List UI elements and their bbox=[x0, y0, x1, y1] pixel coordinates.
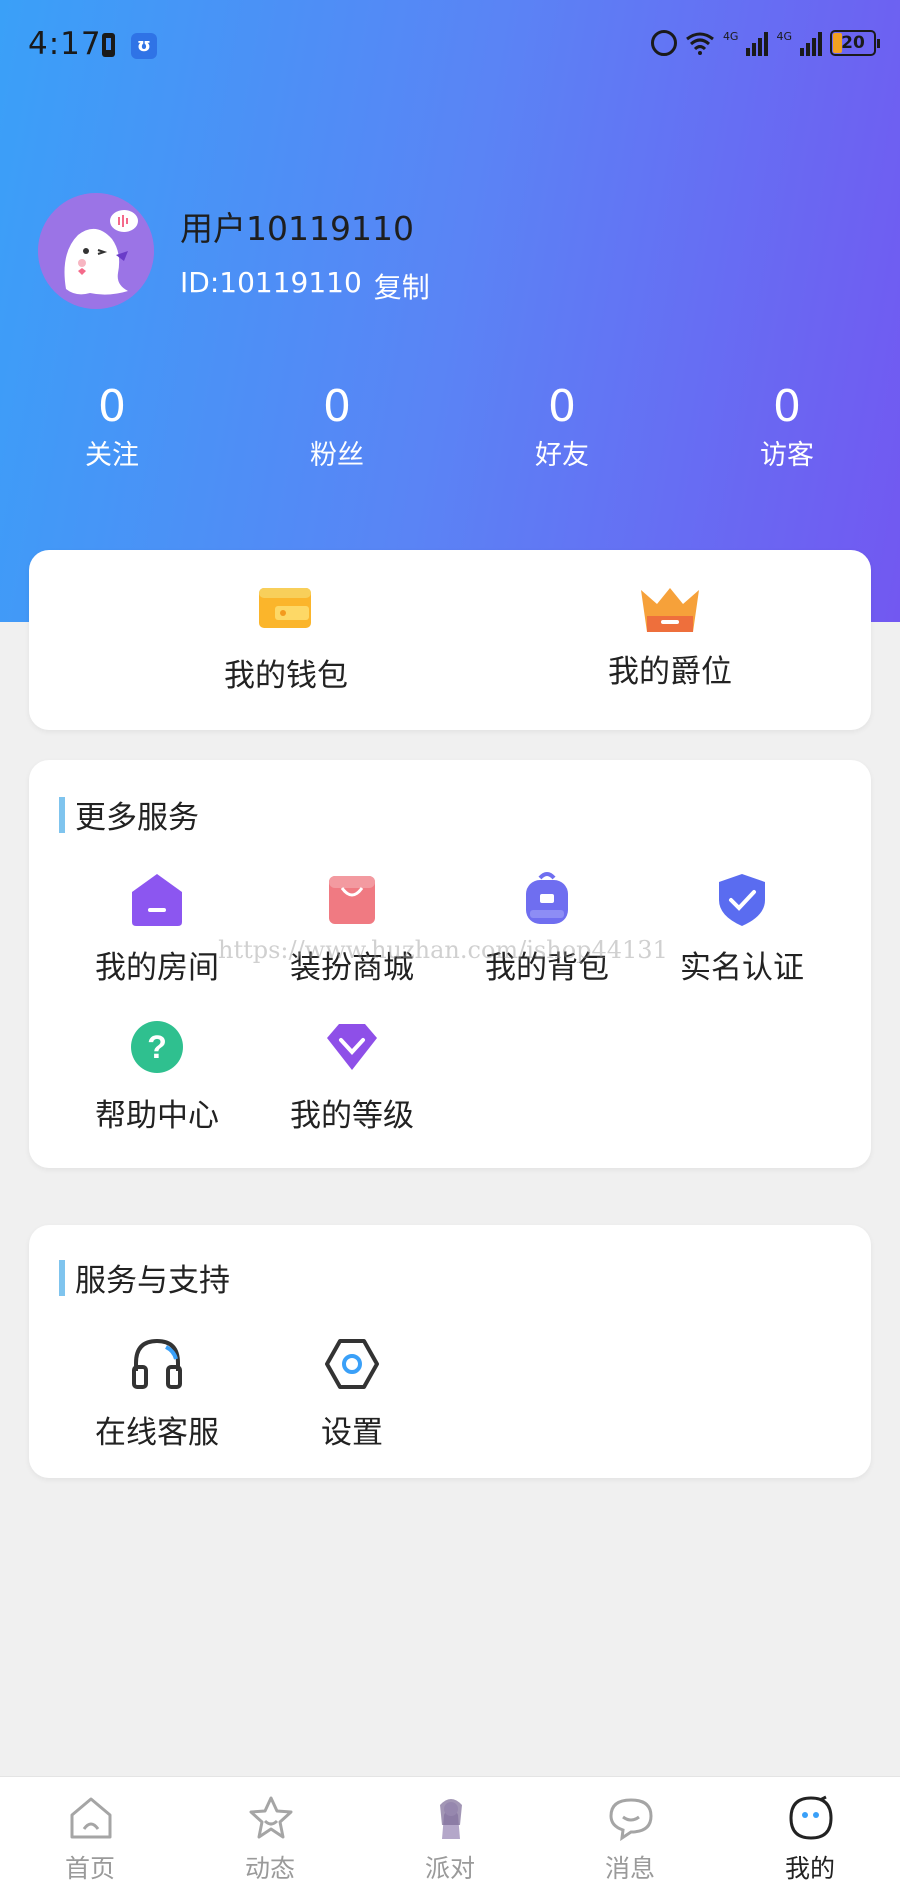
signal-icon bbox=[746, 30, 769, 56]
stat-visitors[interactable]: 0 访客 bbox=[717, 380, 857, 476]
support-card: 服务与支持 在线客服 设置 bbox=[29, 1225, 871, 1478]
svg-text:?: ? bbox=[147, 1029, 167, 1065]
service-label: 帮助中心 bbox=[95, 1098, 219, 1134]
wifi-icon bbox=[686, 32, 714, 55]
shopping-bag-icon bbox=[329, 876, 375, 924]
user-id: ID:10119110 bbox=[180, 266, 362, 299]
service-label: 设置 bbox=[321, 1415, 383, 1451]
service-label: 我的等级 bbox=[290, 1098, 414, 1134]
nav-moments[interactable]: 动态 bbox=[180, 1777, 360, 1898]
question-icon: ? bbox=[131, 1021, 183, 1073]
stat-label: 关注 bbox=[85, 440, 139, 471]
settings-hex-icon bbox=[325, 1339, 379, 1389]
section-title: 服务与支持 bbox=[59, 1255, 230, 1300]
profile-header-background bbox=[0, 0, 900, 622]
user-id-row: ID:10119110 复制 bbox=[180, 266, 430, 306]
party-avatar-icon bbox=[440, 1799, 462, 1839]
nav-messages[interactable]: 消息 bbox=[540, 1777, 720, 1898]
nav-label: 派对 bbox=[424, 1854, 475, 1883]
bottom-navigation: 首页 动态 派对 消息 我的 bbox=[0, 1776, 900, 1898]
network-type-label: 4G bbox=[722, 30, 739, 43]
my-rank-button[interactable]: 我的爵位 bbox=[520, 550, 820, 730]
wallet-rank-card: 我的钱包 我的爵位 bbox=[29, 550, 871, 730]
my-wallet-button[interactable]: 我的钱包 bbox=[136, 550, 436, 730]
alarm-icon bbox=[650, 30, 677, 56]
wallet-label: 我的钱包 bbox=[224, 658, 348, 694]
stat-label: 粉丝 bbox=[310, 440, 364, 471]
wallet-icon bbox=[259, 588, 311, 628]
nav-mine[interactable]: 我的 bbox=[720, 1777, 900, 1898]
stat-value: 0 bbox=[323, 381, 351, 432]
watermark-text: https://www.huzhan.com/ishop44131 bbox=[218, 936, 668, 964]
battery-level: 20 bbox=[841, 33, 865, 53]
service-label: 实名认证 bbox=[680, 950, 804, 986]
home-icon bbox=[70, 1797, 112, 1839]
avatar[interactable] bbox=[38, 193, 154, 309]
ghost-mascot-icon bbox=[38, 193, 154, 309]
diamond-icon bbox=[327, 1024, 377, 1070]
house-icon bbox=[132, 874, 182, 926]
status-bar: 4:17 ʊ 4G 4G 20 bbox=[0, 0, 900, 92]
username: 用户10119110 bbox=[180, 209, 414, 248]
status-time: 4:17 bbox=[28, 26, 102, 62]
chat-bubble-icon bbox=[609, 1798, 653, 1841]
app-notification-icon: ʊ bbox=[131, 33, 157, 59]
battery-saver-icon bbox=[102, 33, 115, 57]
status-icons: 4G 4G 20 bbox=[650, 30, 880, 56]
network-type-label-2: 4G bbox=[776, 30, 792, 43]
nav-label: 动态 bbox=[244, 1854, 295, 1883]
face-icon bbox=[789, 1795, 833, 1840]
backpack-icon bbox=[526, 872, 568, 924]
shield-check-icon bbox=[719, 874, 765, 926]
nav-party[interactable]: 派对 bbox=[360, 1777, 540, 1898]
crown-icon bbox=[641, 588, 699, 632]
nav-label: 消息 bbox=[604, 1854, 655, 1883]
stat-value: 0 bbox=[98, 381, 126, 432]
nav-home[interactable]: 首页 bbox=[0, 1777, 180, 1898]
stat-value: 0 bbox=[548, 381, 576, 432]
copy-id-button[interactable]: 复制 bbox=[374, 266, 430, 306]
more-services-card: 更多服务 我的房间 装扮商城 我的背包 实名认证 ? 帮助中心 我的等级 bbox=[29, 760, 871, 1168]
stat-label: 访客 bbox=[760, 440, 814, 471]
section-title-text: 更多服务 bbox=[75, 800, 199, 836]
battery-icon: 20 bbox=[830, 30, 880, 56]
stat-follow[interactable]: 0 关注 bbox=[42, 380, 182, 476]
stat-label: 好友 bbox=[535, 440, 589, 471]
stat-fans[interactable]: 0 粉丝 bbox=[267, 380, 407, 476]
section-title: 更多服务 bbox=[59, 792, 199, 837]
star-icon bbox=[249, 1796, 293, 1839]
rank-label: 我的爵位 bbox=[608, 654, 732, 690]
section-title-text: 服务与支持 bbox=[75, 1263, 230, 1299]
stat-friends[interactable]: 0 好友 bbox=[492, 380, 632, 476]
headset-icon bbox=[132, 1338, 182, 1389]
stat-value: 0 bbox=[773, 381, 801, 432]
service-label: 在线客服 bbox=[95, 1415, 219, 1451]
nav-label: 首页 bbox=[64, 1854, 115, 1883]
signal-icon-2 bbox=[800, 30, 822, 56]
nav-label: 我的 bbox=[784, 1854, 835, 1883]
